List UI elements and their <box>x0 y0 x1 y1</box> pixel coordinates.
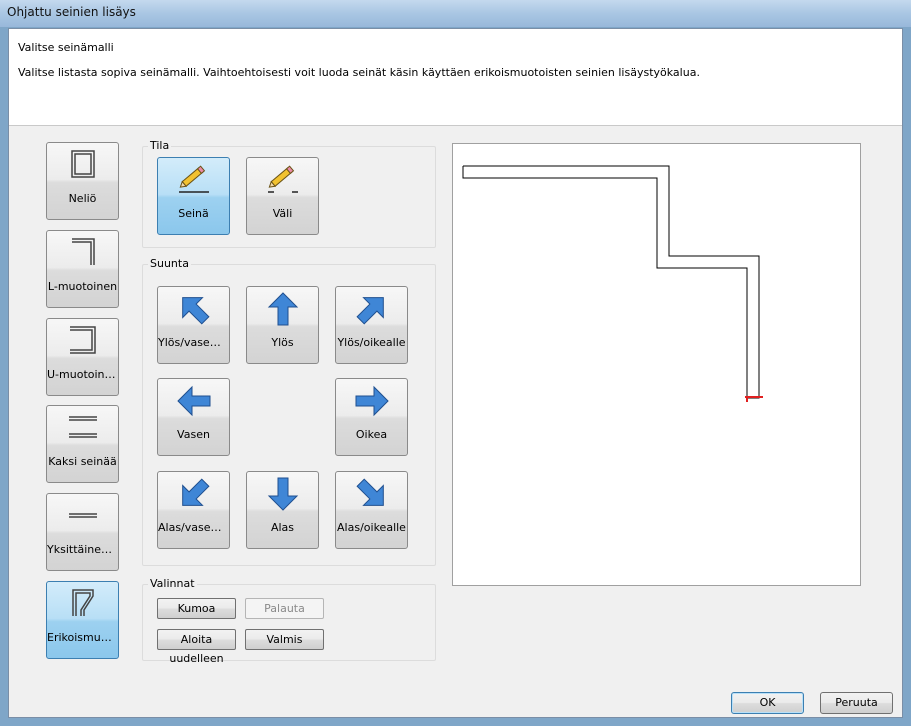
redo-button[interactable]: Palauta <box>245 598 324 619</box>
dialog-client: Valitse seinämalli Valitse listasta sopi… <box>8 28 903 718</box>
restart-button[interactable]: Aloita uudelleen <box>157 629 236 665</box>
direction-label: Ylös <box>271 336 294 349</box>
mode-gap-button[interactable]: Väli <box>246 157 319 235</box>
direction-label: Ylös/oikealle <box>337 336 406 349</box>
arrow-up-icon <box>267 292 298 326</box>
title-bar[interactable]: Ohjattu seinien lisäys <box>0 0 911 27</box>
arrow-left-icon <box>176 385 210 417</box>
template-label: Yksittäinen s... <box>47 543 118 556</box>
template-label: Neliö <box>68 192 97 205</box>
direction-up-right-button[interactable]: Ylös/oikealle <box>335 286 408 364</box>
header-description: Valitse listasta sopiva seinämalli. Vaih… <box>18 66 700 79</box>
undo-button[interactable]: Kumoa <box>157 598 236 619</box>
arrow-down-left-icon <box>181 478 210 506</box>
template-custom-shape-button[interactable]: Erikoismuotoi... <box>46 581 119 659</box>
options-group-label: Valinnat <box>148 577 197 590</box>
direction-left-button[interactable]: Vasen <box>157 378 230 456</box>
l-shape-wall-icon <box>71 238 95 265</box>
window-title: Ohjattu seinien lisäys <box>7 5 136 19</box>
wall-preview-canvas[interactable] <box>452 143 861 586</box>
header-panel: Valitse seinämalli Valitse listasta sopi… <box>9 29 902 126</box>
template-single-wall-button[interactable]: Yksittäinen s... <box>46 493 119 571</box>
wall-drawing <box>462 165 763 402</box>
ok-button[interactable]: OK <box>731 692 804 714</box>
two-walls-icon <box>68 416 97 438</box>
done-button[interactable]: Valmis <box>245 629 324 650</box>
template-label: Kaksi seinää <box>48 455 117 468</box>
direction-label: Oikea <box>355 428 388 441</box>
template-l-shape-button[interactable]: L-muotoinen <box>46 230 119 308</box>
direction-label: Ylös/vasem... <box>158 336 229 349</box>
mode-group-label: Tila <box>148 139 172 152</box>
direction-label: Alas/oikealle <box>337 521 406 534</box>
u-shape-wall-icon <box>69 326 96 354</box>
arrow-up-left-icon <box>181 297 210 325</box>
template-square-button[interactable]: Neliö <box>46 142 119 220</box>
direction-group-label: Suunta <box>148 257 191 270</box>
template-label: L-muotoinen <box>47 280 118 293</box>
arrow-up-right-icon <box>355 297 384 325</box>
mode-label: Väli <box>272 207 293 220</box>
pencil-gap-icon <box>267 165 298 193</box>
wall-path <box>462 165 760 399</box>
direction-label: Alas <box>270 521 295 534</box>
direction-down-right-button[interactable]: Alas/oikealle <box>335 471 408 549</box>
template-label: U-muotoinen <box>47 368 118 381</box>
square-wall-icon <box>70 150 95 178</box>
direction-down-left-button[interactable]: Alas/vasem... <box>157 471 230 549</box>
arrow-down-right-icon <box>355 478 384 506</box>
header-heading: Valitse seinämalli <box>18 41 114 54</box>
mode-label: Seinä <box>178 207 209 220</box>
direction-up-left-button[interactable]: Ylös/vasem... <box>157 286 230 364</box>
direction-label: Vasen <box>177 428 210 441</box>
arrow-right-icon <box>355 385 389 417</box>
direction-up-button[interactable]: Ylös <box>246 286 319 364</box>
cancel-button[interactable]: Peruuta <box>820 692 893 714</box>
arrow-down-icon <box>267 477 298 511</box>
template-two-walls-button[interactable]: Kaksi seinää <box>46 405 119 483</box>
template-label: Erikoismuotoi... <box>47 631 118 644</box>
single-wall-icon <box>68 513 97 518</box>
pencil-wall-icon <box>178 165 209 193</box>
custom-shape-wall-icon <box>71 589 94 616</box>
mode-wall-button[interactable]: Seinä <box>157 157 230 235</box>
direction-label: Alas/vasem... <box>158 521 229 534</box>
direction-down-button[interactable]: Alas <box>246 471 319 549</box>
direction-right-button[interactable]: Oikea <box>335 378 408 456</box>
dialog-window: Ohjattu seinien lisäys Valitse seinämall… <box>0 0 911 726</box>
template-u-shape-button[interactable]: U-muotoinen <box>46 318 119 396</box>
